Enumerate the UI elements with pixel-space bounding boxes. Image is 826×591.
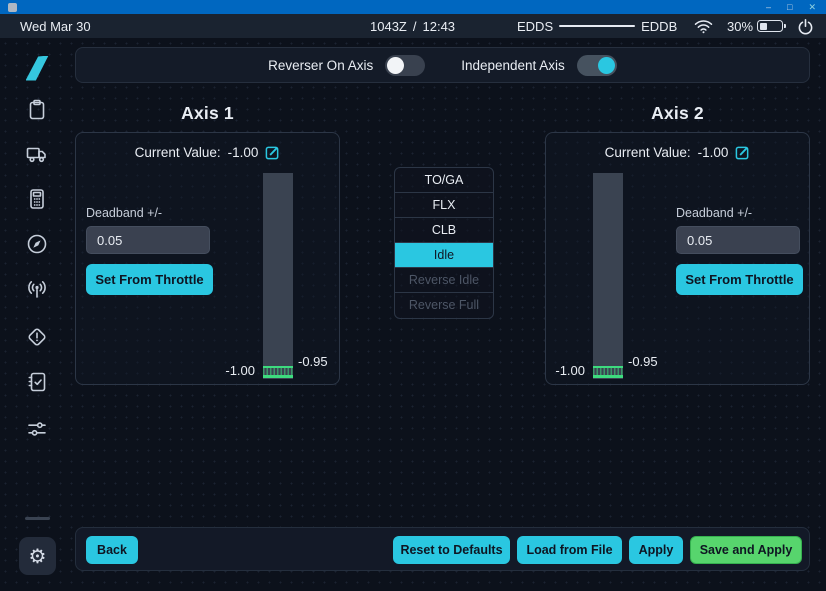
radio-tower-icon[interactable] — [24, 276, 50, 302]
window-titlebar: – □ ✕ — [0, 0, 826, 14]
axis1-panel: Current Value: -1.00 Deadband +/- Set Fr… — [75, 132, 340, 385]
independent-axis-toggle[interactable] — [577, 55, 617, 76]
axis2-current-value-label: Current Value: — [605, 145, 691, 160]
axis2-edit-icon[interactable] — [735, 145, 750, 160]
reverser-on-axis-toggle[interactable] — [385, 55, 425, 76]
save-and-apply-button[interactable]: Save and Apply — [690, 536, 802, 564]
main-area: ⚙ Reverser On Axis Independent Axis Axis… — [0, 38, 826, 591]
detent-item-idle[interactable]: Idle — [395, 243, 493, 268]
reset-to-defaults-button[interactable]: Reset to Defaults — [393, 536, 510, 564]
back-button[interactable]: Back — [86, 536, 138, 564]
warning-diamond-icon[interactable] — [24, 324, 50, 350]
detent-item-flx[interactable]: FLX — [395, 193, 493, 218]
apply-button[interactable]: Apply — [629, 536, 683, 564]
axis1-title: Axis 1 — [75, 103, 340, 124]
axis1-position-bar — [263, 173, 293, 379]
independent-axis-label: Independent Axis — [461, 58, 565, 73]
axis2-set-from-throttle-button[interactable]: Set From Throttle — [676, 264, 803, 295]
clock: 1043Z / 12:43 — [370, 14, 455, 38]
maximize-button[interactable]: □ — [787, 0, 792, 14]
axis2-range-high: -0.95 — [628, 354, 658, 369]
gear-icon: ⚙ — [29, 544, 47, 569]
reverser-on-axis-label: Reverser On Axis — [268, 58, 373, 73]
compass-icon[interactable] — [24, 231, 50, 257]
utc-time: 1043Z — [370, 19, 407, 34]
detent-item-reverse-full: Reverse Full — [395, 293, 493, 318]
axis1-range-low: -1.00 — [225, 363, 255, 378]
local-time: 12:43 — [423, 19, 456, 34]
axis2-panel: Current Value: -1.00 Deadband +/- Set Fr… — [545, 132, 810, 385]
sidebar-item-settings-active[interactable]: ⚙ — [19, 537, 56, 575]
axis2-deadband-input[interactable] — [676, 226, 800, 254]
checklist-icon[interactable] — [24, 369, 50, 395]
detent-item-reverse-idle: Reverse Idle — [395, 268, 493, 293]
time-separator: / — [413, 19, 417, 34]
detent-item-clb[interactable]: CLB — [395, 218, 493, 243]
departure-airport: EDDS — [517, 19, 553, 34]
axis1-current-value: -1.00 — [228, 145, 259, 160]
axis1-edit-icon[interactable] — [265, 145, 280, 160]
flight-route: EDDS EDDB — [517, 14, 677, 38]
wifi-icon — [694, 14, 713, 38]
battery-percent: 30% — [727, 14, 753, 38]
sliders-icon[interactable] — [24, 416, 50, 442]
power-icon[interactable] — [797, 14, 814, 38]
axis1-current-value-label: Current Value: — [135, 145, 221, 160]
fenix-logo-icon[interactable] — [24, 55, 50, 81]
status-bar: Wed Mar 30 1043Z / 12:43 EDDS EDDB 30% — [0, 14, 826, 38]
date-label: Wed Mar 30 — [20, 14, 91, 38]
axis2-deadband-marker — [593, 366, 623, 378]
clipboard-icon[interactable] — [24, 97, 50, 123]
axis-options-bar: Reverser On Axis Independent Axis — [75, 47, 810, 83]
battery-icon — [757, 14, 783, 38]
load-from-file-button[interactable]: Load from File — [517, 536, 622, 564]
route-progress-line — [559, 25, 635, 27]
calculator-icon[interactable] — [24, 186, 50, 212]
axis2-position-bar — [593, 173, 623, 379]
axis2-title: Axis 2 — [545, 103, 810, 124]
axis2-current-value: -1.00 — [698, 145, 729, 160]
truck-icon[interactable] — [24, 141, 50, 167]
app-icon — [8, 3, 17, 12]
axis1-deadband-marker — [263, 366, 293, 378]
axis1-range-high: -0.95 — [298, 354, 328, 369]
close-button[interactable]: ✕ — [808, 0, 816, 14]
detent-list: TO/GAFLXCLBIdleReverse IdleReverse Full — [394, 167, 494, 319]
axis1-deadband-label: Deadband +/- — [86, 206, 162, 220]
axis1-deadband-input[interactable] — [86, 226, 210, 254]
minimize-button[interactable]: – — [766, 0, 771, 14]
detent-item-to-ga[interactable]: TO/GA — [395, 168, 493, 193]
axis1-set-from-throttle-button[interactable]: Set From Throttle — [86, 264, 213, 295]
arrival-airport: EDDB — [641, 19, 677, 34]
footer-bar: Back Reset to Defaults Load from File Ap… — [75, 527, 810, 571]
axis2-deadband-label: Deadband +/- — [676, 206, 752, 220]
app-window: – □ ✕ Wed Mar 30 1043Z / 12:43 EDDS EDDB… — [0, 0, 826, 591]
sidebar-divider — [25, 517, 50, 520]
axis2-range-low: -1.00 — [555, 363, 585, 378]
